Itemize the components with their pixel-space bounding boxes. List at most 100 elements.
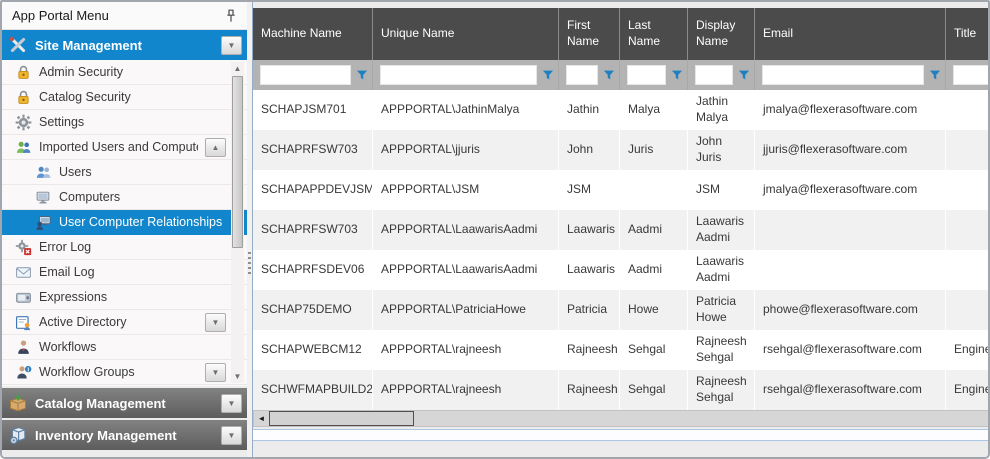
- sidebar-item-workflow-groups[interactable]: iWorkflow Groups▼: [2, 360, 247, 385]
- sidebar-item-label: Admin Security: [39, 65, 123, 79]
- filter-input-first[interactable]: [566, 65, 598, 85]
- column-header-machine[interactable]: Machine Name: [253, 8, 373, 60]
- sidebar-item-imported-users-and-computers[interactable]: Imported Users and Computers▲: [2, 135, 247, 160]
- status-strip: [253, 429, 990, 441]
- chevron-down-icon[interactable]: ▼: [205, 363, 226, 382]
- expressions-icon: [15, 289, 32, 306]
- sidebar-item-label: Active Directory: [39, 315, 127, 329]
- app-window: App Portal Menu Site Management ▼ Admin …: [0, 0, 990, 459]
- sidebar-item-settings[interactable]: Settings: [2, 110, 247, 135]
- cell-unique: APPPORTAL\rajneesh: [373, 370, 559, 410]
- filter-input-display[interactable]: [695, 65, 733, 85]
- sidebar-group-catalog-management[interactable]: Catalog Management ▼: [2, 388, 247, 418]
- cell-machine: SCHWFMAPBUILD2: [253, 370, 373, 410]
- table-row[interactable]: SCHAPJSM701APPPORTAL\JathinMalyaJathinMa…: [253, 90, 990, 130]
- table-row[interactable]: SCHWFMAPBUILD2APPPORTAL\rajneesh Rajneesh…: [253, 370, 990, 410]
- filter-icon[interactable]: [737, 68, 751, 82]
- sidebar-scrollbar-thumb[interactable]: [232, 76, 243, 248]
- sidebar-menu: Admin Security Catalog Security Settings Im…: [2, 60, 247, 386]
- cell-display: Rajneesh Sehgal: [688, 370, 755, 410]
- sidebar-item-user-computer-relationships[interactable]: User Computer Relationships: [2, 210, 247, 235]
- column-header-display[interactable]: Display Name: [688, 8, 755, 60]
- filter-icon[interactable]: [670, 68, 684, 82]
- horizontal-scrollbar[interactable]: ◄ ►: [253, 410, 990, 427]
- cell-unique: APPPORTAL\LaawarisAadmi: [373, 210, 559, 250]
- cell-first: Rajneesh: [559, 330, 620, 370]
- column-header-last[interactable]: Last Name: [620, 8, 688, 60]
- column-header-email[interactable]: Email: [755, 8, 946, 60]
- sidebar-item-catalog-security[interactable]: Catalog Security: [2, 85, 247, 110]
- cell-machine: SCHAPWEBCM12: [253, 330, 373, 370]
- table-row[interactable]: SCHAPWEBCM12APPPORTAL\rajneeshRajneeshSe…: [253, 330, 990, 370]
- sidebar-group-label: Site Management: [35, 38, 142, 53]
- cell-last: Aadmi: [620, 250, 688, 290]
- filter-cell-last: [620, 60, 688, 90]
- chevron-up-icon[interactable]: ▲: [205, 138, 226, 157]
- column-header-first[interactable]: First Name: [559, 8, 620, 60]
- chevron-down-icon[interactable]: ▼: [221, 426, 242, 445]
- horizontal-scrollbar-thumb[interactable]: [269, 411, 414, 426]
- filter-icon[interactable]: [541, 68, 555, 82]
- scroll-up-icon[interactable]: ▲: [231, 62, 244, 75]
- cell-unique: APPPORTAL\jjuris: [373, 130, 559, 170]
- table-row[interactable]: SCHAPRFSDEV06APPPORTAL\LaawarisAadmiLaaw…: [253, 250, 990, 290]
- pin-icon[interactable]: [223, 8, 239, 24]
- grid-filter-row: [253, 60, 990, 90]
- scroll-left-icon[interactable]: ◄: [254, 411, 269, 426]
- sidebar-item-workflows[interactable]: Workflows: [2, 335, 247, 360]
- column-header-title[interactable]: Title: [946, 8, 990, 60]
- table-row[interactable]: SCHAPRFSW703APPPORTAL\jjurisJohnJurisJoh…: [253, 130, 990, 170]
- filter-input-email[interactable]: [762, 65, 924, 85]
- sidebar: App Portal Menu Site Management ▼ Admin …: [2, 2, 247, 457]
- filter-input-machine[interactable]: [260, 65, 351, 85]
- sidebar-item-label: Settings: [39, 115, 84, 129]
- cell-display: Patricia Howe: [688, 290, 755, 330]
- sidebar-scrollbar[interactable]: ▲ ▼: [231, 62, 244, 383]
- chevron-down-icon[interactable]: ▼: [221, 36, 242, 55]
- table-row[interactable]: SCHAP75DEMOAPPPORTAL\PatriciaHowePatrici…: [253, 290, 990, 330]
- filter-icon[interactable]: [602, 68, 616, 82]
- grid-panel: Machine NameUnique NameFirst NameLast Na…: [252, 2, 990, 457]
- filter-cell-email: [755, 60, 946, 90]
- filter-icon[interactable]: [355, 68, 369, 82]
- cell-machine: SCHAPRFSDEV06: [253, 250, 373, 290]
- catalog-icon: [8, 393, 28, 413]
- sidebar-item-active-directory[interactable]: Active Directory ▼: [2, 310, 247, 335]
- cell-email: jmalya@flexerasoftware.com: [755, 90, 946, 130]
- filter-cell-title: [946, 60, 990, 90]
- cell-machine: SCHAPAPPDEVJSM: [253, 170, 373, 210]
- filter-icon[interactable]: [928, 68, 942, 82]
- cell-email: jmalya@flexerasoftware.com: [755, 170, 946, 210]
- sidebar-item-computers[interactable]: Computers: [2, 185, 247, 210]
- cell-machine: SCHAPRFSW703: [253, 130, 373, 170]
- filter-input-unique[interactable]: [380, 65, 537, 85]
- active-directory-icon: [15, 314, 32, 331]
- filter-input-last[interactable]: [627, 65, 666, 85]
- table-row[interactable]: SCHAPRFSW703APPPORTAL\LaawarisAadmiLaawa…: [253, 210, 990, 250]
- sidebar-item-label: Workflow Groups: [39, 365, 135, 379]
- cell-display: Rajneesh Sehgal: [688, 330, 755, 370]
- filter-cell-display: [688, 60, 755, 90]
- workflows-icon: [15, 339, 32, 356]
- sidebar-item-expressions[interactable]: Expressions: [2, 285, 247, 310]
- sidebar-group-site-management[interactable]: Site Management ▼: [2, 30, 247, 60]
- filter-input-title[interactable]: [953, 65, 990, 85]
- users-icon: [35, 164, 52, 181]
- computer-icon: [35, 189, 52, 206]
- sidebar-group-inventory-management[interactable]: Inventory Management ▼: [2, 420, 247, 450]
- chevron-down-icon[interactable]: ▼: [221, 394, 242, 413]
- sidebar-item-label: Computers: [59, 190, 120, 204]
- column-header-unique[interactable]: Unique Name: [373, 8, 559, 60]
- sidebar-item-admin-security[interactable]: Admin Security: [2, 60, 247, 85]
- sidebar-item-error-log[interactable]: Error Log: [2, 235, 247, 260]
- cell-machine: SCHAP75DEMO: [253, 290, 373, 330]
- table-row[interactable]: SCHAPAPPDEVJSMAPPPORTAL\JSMJSMJSMjmalya@…: [253, 170, 990, 210]
- sidebar-item-users[interactable]: Users: [2, 160, 247, 185]
- cell-machine: SCHAPRFSW703: [253, 210, 373, 250]
- scroll-down-icon[interactable]: ▼: [231, 370, 244, 383]
- email-icon: [15, 264, 32, 281]
- sidebar-item-email-log[interactable]: Email Log: [2, 260, 247, 285]
- sidebar-header: App Portal Menu: [2, 2, 247, 30]
- cell-first: Laawaris: [559, 250, 620, 290]
- chevron-down-icon[interactable]: ▼: [205, 313, 226, 332]
